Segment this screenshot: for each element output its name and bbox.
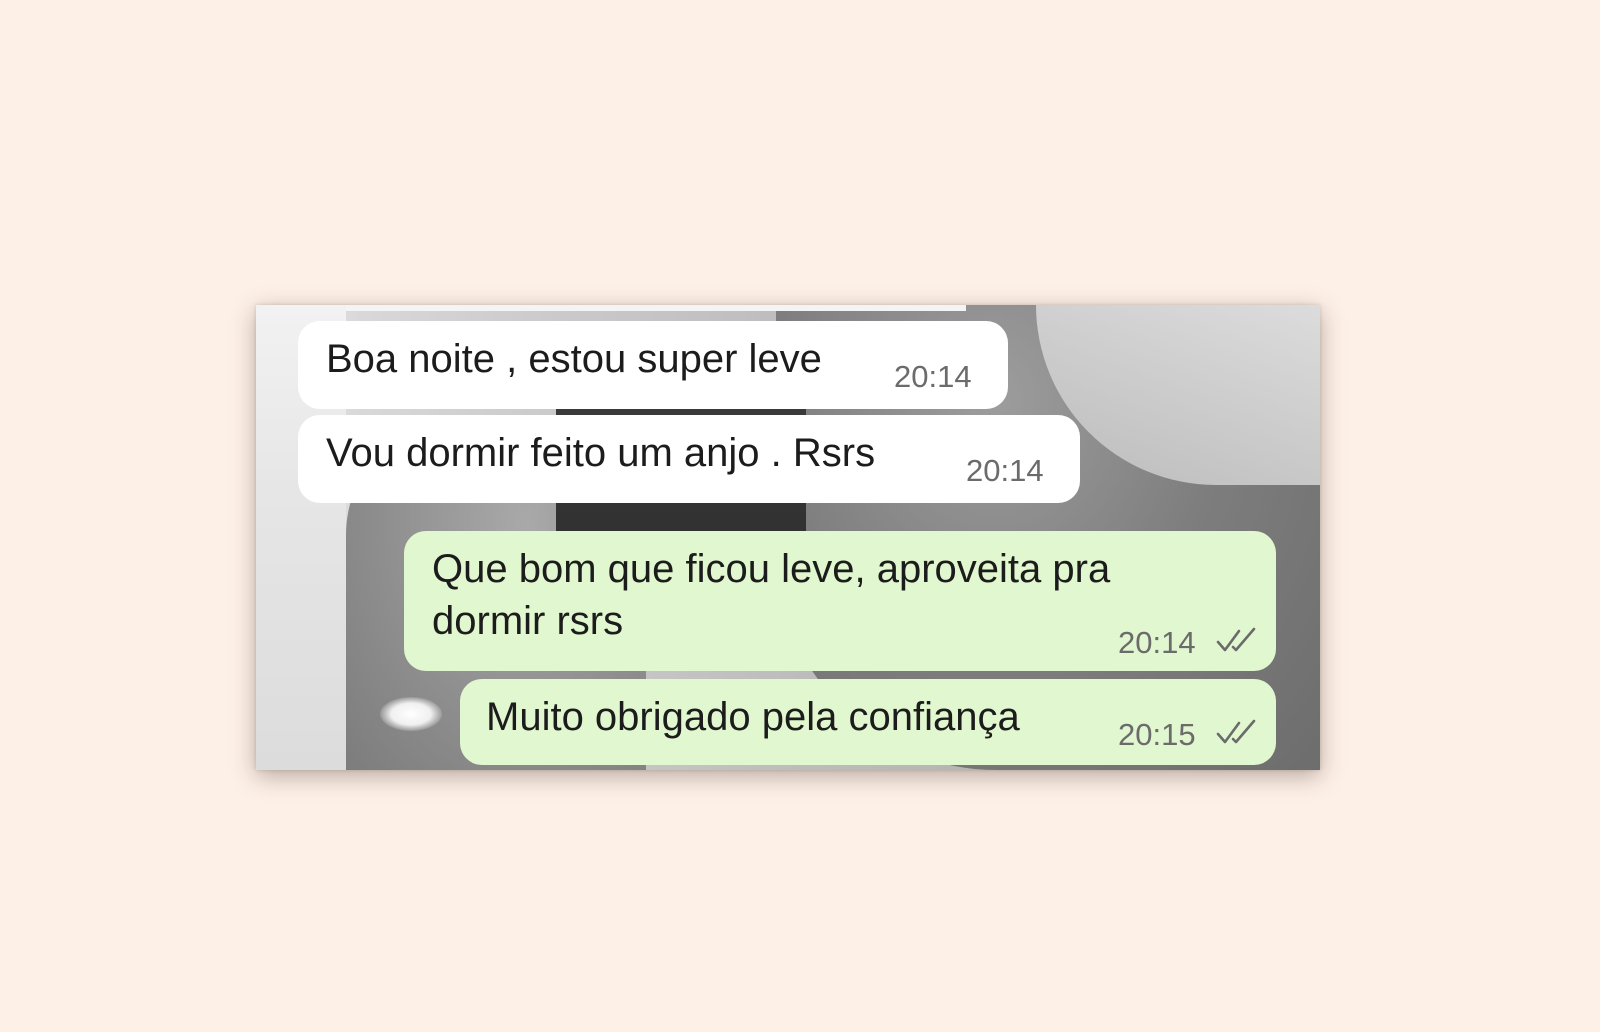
message-timestamp: 20:15 [1118,717,1196,752]
incoming-message-bubble[interactable]: Vou dormir feito um anjo . Rsrs 20:14 [298,415,1080,503]
incoming-message-bubble[interactable]: Boa noite , estou super leve 20:14 [298,321,1008,409]
message-timestamp: 20:14 [1118,625,1196,660]
message-text: Vou dormir feito um anjo . Rsrs [326,431,876,475]
double-check-icon [1216,719,1256,744]
chat-wallpaper-glare [380,697,442,731]
message-text: Boa noite , estou super leve [326,337,822,381]
chat-screenshot: Boa noite , estou super leve 20:14 Vou d… [256,305,1320,770]
message-text-line-2: dormir rsrs [432,599,624,643]
message-text-line-1: Que bom que ficou leve, aproveita pra [432,547,1111,591]
double-check-icon [1216,627,1256,652]
message-timestamp: 20:14 [966,453,1044,488]
message-text: Muito obrigado pela confiança [486,695,1020,739]
outgoing-message-bubble[interactable]: Muito obrigado pela confiança 20:15 [460,679,1276,765]
outgoing-message-bubble[interactable]: Que bom que ficou leve, aproveita pra do… [404,531,1276,671]
chat-wallpaper-top-line [346,305,966,311]
message-timestamp: 20:14 [894,359,972,394]
